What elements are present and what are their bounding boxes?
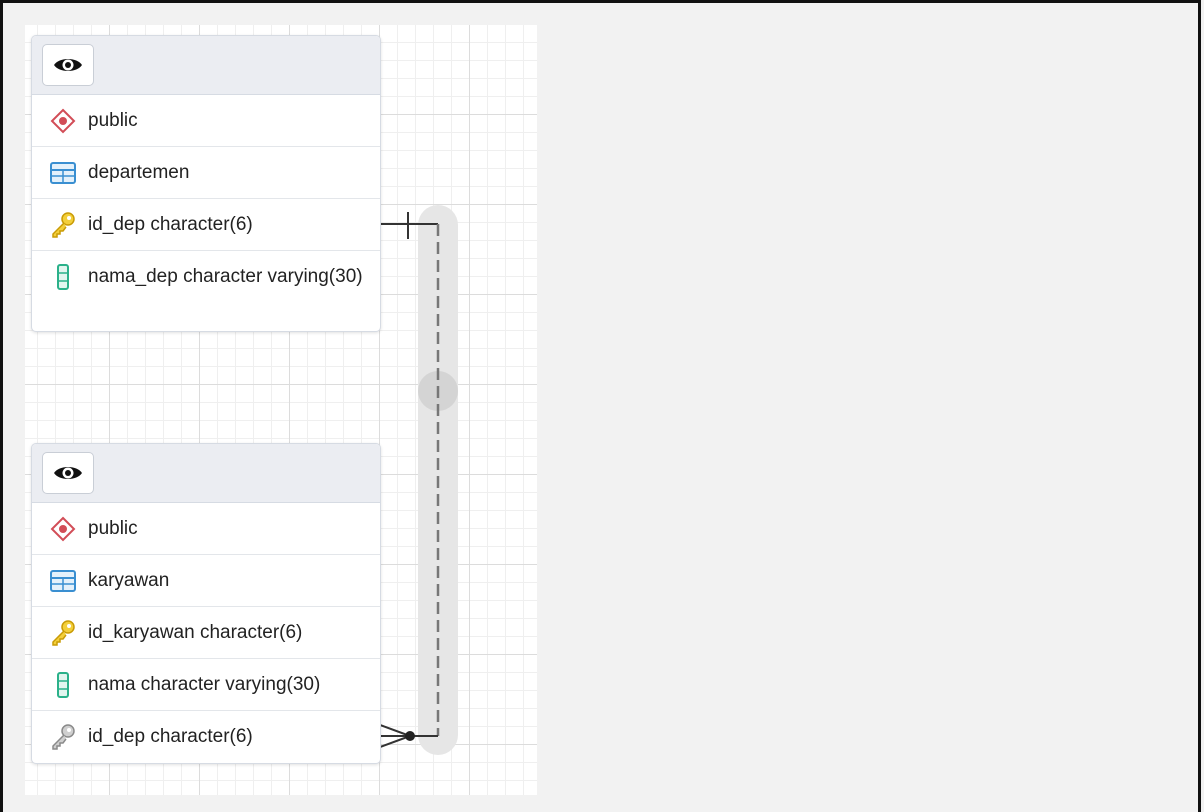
table-node-karyawan[interactable]: public karyawan id_karyawan character(6)…	[31, 443, 381, 764]
table-node-header	[32, 444, 380, 503]
column-icon	[48, 264, 78, 290]
schema-name: public	[88, 518, 138, 539]
foreign-key-icon	[48, 724, 78, 750]
column-label: id_dep character(6)	[88, 214, 253, 235]
column-row: nama_dep character varying(30)	[32, 251, 380, 331]
table-name: karyawan	[88, 570, 170, 591]
table-icon	[48, 161, 78, 185]
column-label: nama character varying(30)	[88, 674, 321, 695]
link-crowfoot-bottom	[379, 735, 411, 748]
column-row: nama character varying(30)	[32, 659, 380, 711]
window-frame: public departemen id_dep character(6) na…	[0, 0, 1201, 812]
toggle-details-button[interactable]	[42, 44, 94, 86]
column-row: id_karyawan character(6)	[32, 607, 380, 659]
column-icon	[48, 672, 78, 698]
schema-row: public	[32, 95, 380, 147]
eye-icon	[54, 59, 82, 71]
column-label: id_dep character(6)	[88, 726, 253, 747]
table-name-row: departemen	[32, 147, 380, 199]
primary-key-icon	[48, 212, 78, 238]
schema-icon	[48, 516, 78, 542]
schema-name: public	[88, 110, 138, 131]
erd-canvas[interactable]: public departemen id_dep character(6) na…	[25, 25, 537, 795]
table-name-row: karyawan	[32, 555, 380, 607]
link-crowfoot-top	[379, 724, 411, 737]
table-icon	[48, 569, 78, 593]
eye-icon	[54, 467, 82, 479]
toggle-details-button[interactable]	[42, 452, 94, 494]
column-row: id_dep character(6)	[32, 711, 380, 763]
link-drag-handle	[418, 371, 458, 411]
column-label: nama_dep character varying(30)	[88, 266, 363, 287]
column-label: id_karyawan character(6)	[88, 622, 303, 643]
table-node-header	[32, 36, 380, 95]
table-name: departemen	[88, 162, 190, 183]
primary-key-icon	[48, 620, 78, 646]
table-node-departemen[interactable]: public departemen id_dep character(6) na…	[31, 35, 381, 332]
schema-icon	[48, 108, 78, 134]
schema-row: public	[32, 503, 380, 555]
link-highlight	[418, 205, 458, 755]
column-row: id_dep character(6)	[32, 199, 380, 251]
link-crowfoot-dot	[405, 731, 415, 741]
